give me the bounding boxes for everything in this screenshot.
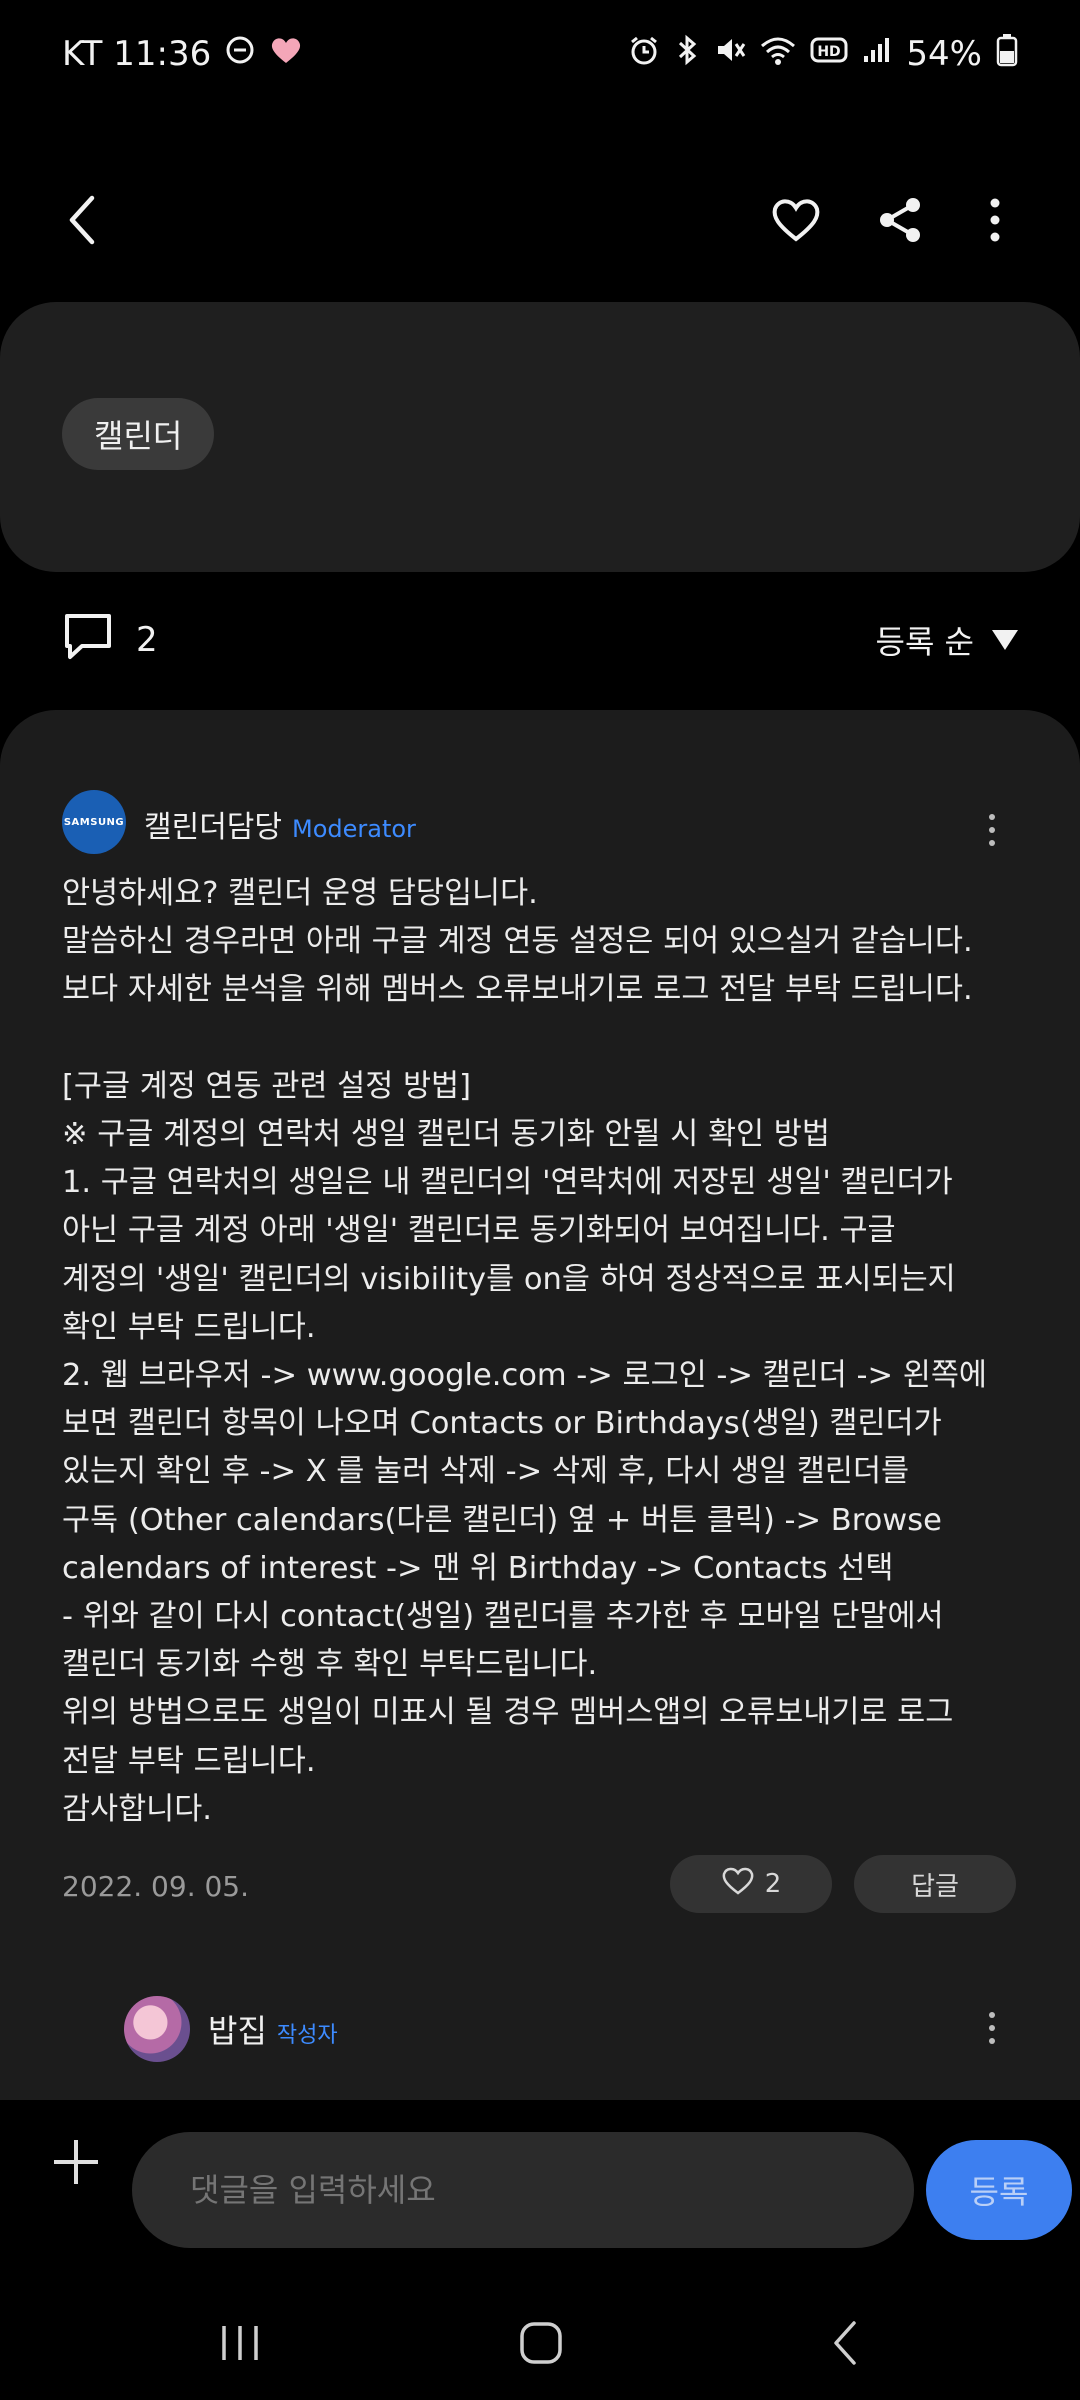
submit-button[interactable]: 등록 <box>926 2140 1072 2240</box>
hd-icon: HD <box>810 34 848 75</box>
comment-bubble-icon <box>62 610 114 671</box>
moderator-badge: Moderator <box>292 815 416 843</box>
battery-icon <box>996 33 1018 76</box>
bluetooth-icon <box>674 34 700 75</box>
writer-badge: 작성자 <box>276 2023 338 2048</box>
signal-icon <box>862 34 892 75</box>
sort-label: 등록 순 <box>875 623 975 661</box>
reply-more-icon[interactable] <box>972 1998 1012 2058</box>
home-icon[interactable] <box>496 2308 586 2378</box>
heart-outline-small-icon <box>721 1866 755 1903</box>
wifi-icon <box>760 34 796 75</box>
svg-text:HD: HD <box>818 44 841 60</box>
reply-button[interactable]: 답글 <box>854 1855 1016 1913</box>
comment-count-value: 2 <box>136 620 158 660</box>
reply-label: 답글 <box>911 1871 959 1902</box>
recent-apps-icon[interactable] <box>195 2308 285 2378</box>
sort-dropdown[interactable]: 등록 순 <box>875 617 1018 663</box>
reply-avatar <box>124 1996 190 2062</box>
top-app-bar <box>0 180 1080 260</box>
avatar[interactable]: SAMSUNG <box>62 790 126 854</box>
back-icon[interactable] <box>42 180 122 260</box>
comment-count: 2 <box>62 610 158 671</box>
comment-author[interactable]: 캘린더담당 Moderator <box>144 802 416 846</box>
heart-outline-icon[interactable] <box>756 180 836 260</box>
comment-date: 2022. 09. 05. <box>62 1870 250 1903</box>
back-nav-icon[interactable] <box>800 2308 890 2378</box>
battery-percent: 54% <box>906 34 982 74</box>
comment-body: 안녕하세요? 캘린더 운영 담당입니다. 말씀하신 경우라면 아래 구글 계정 … <box>62 876 987 1827</box>
author-name: 캘린더담당 <box>144 810 282 845</box>
avatar-logo-text: SAMSUNG <box>63 816 125 828</box>
tag-chip[interactable]: 캘린더 <box>62 398 215 470</box>
status-left: KT 11:36 <box>62 34 303 74</box>
status-bar: KT 11:36 HD 54% <box>62 30 1018 78</box>
carrier-time: KT 11:36 <box>62 34 212 74</box>
reply-header[interactable]: 밥집 작성자 <box>124 1996 338 2062</box>
reply-author-name: 밥집 <box>208 2012 267 2050</box>
mute-icon <box>714 34 746 75</box>
comment-more-icon[interactable] <box>972 800 1012 860</box>
system-nav-bar <box>0 2290 1080 2400</box>
tag-card: 캘린더 <box>0 302 1080 572</box>
like-button[interactable]: 2 <box>670 1855 832 1913</box>
do-not-disturb-icon <box>225 35 255 73</box>
heart-icon <box>269 35 303 73</box>
like-count: 2 <box>764 1869 782 1899</box>
comment-card: SAMSUNG 캘린더담당 Moderator 안녕하세요? 캘린더 운영 담당… <box>0 710 1080 2100</box>
dropdown-triangle-icon <box>992 630 1018 650</box>
comment-input[interactable] <box>132 2132 914 2248</box>
share-icon[interactable] <box>860 180 940 260</box>
status-right: HD 54% <box>628 33 1018 76</box>
more-icon[interactable] <box>955 180 1035 260</box>
comments-header: 2 등록 순 <box>62 605 1018 675</box>
reply-author: 밥집 작성자 <box>208 2006 338 2052</box>
alarm-icon <box>628 34 660 75</box>
add-attachment-icon[interactable] <box>40 2126 112 2198</box>
